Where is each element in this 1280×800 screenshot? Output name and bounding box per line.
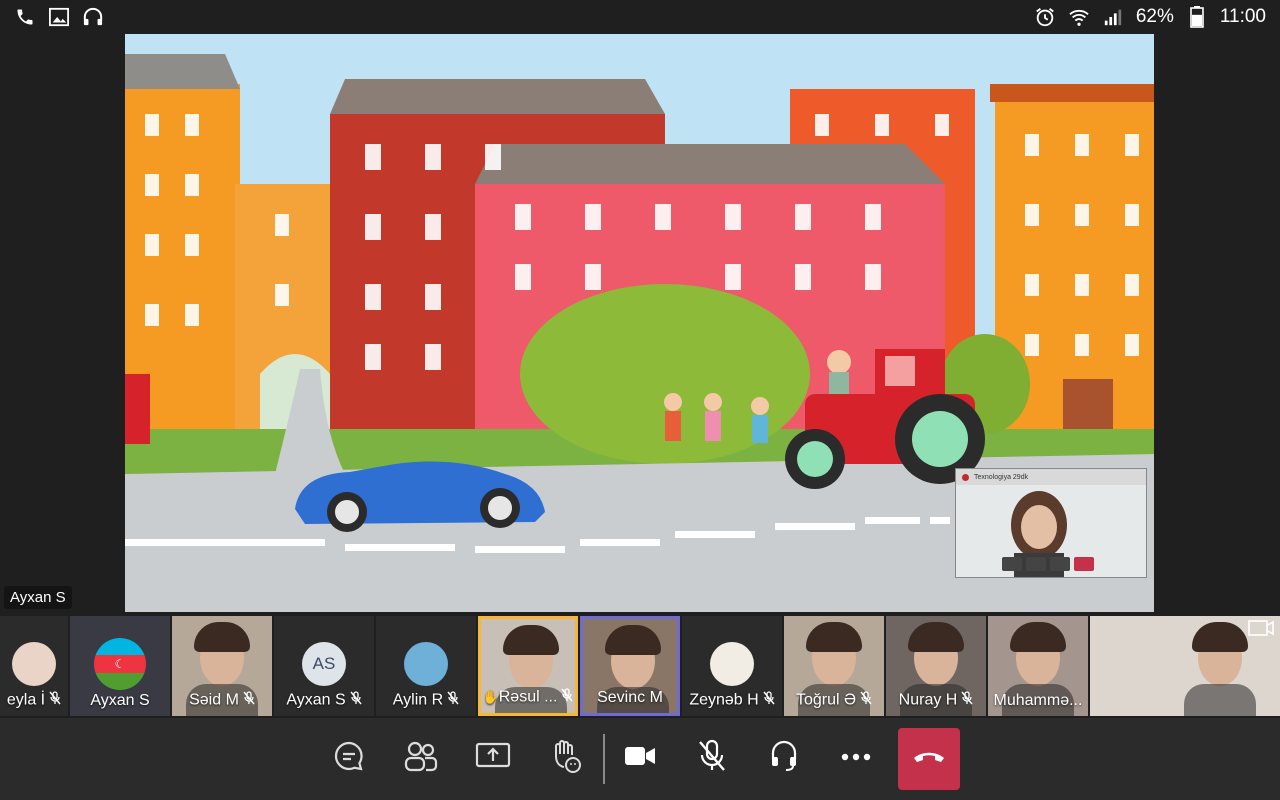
participant-name-text: Sevinc M <box>597 689 663 706</box>
pip-hangup-button[interactable] <box>1074 557 1094 571</box>
participant-tile[interactable]: Səid M <box>172 616 272 716</box>
mic-muted-icon <box>49 691 61 710</box>
mic-off-icon <box>696 738 728 779</box>
participant-avatar <box>404 642 448 686</box>
participant-name: Sevinc M <box>583 689 677 707</box>
participant-tile[interactable]: AS Ayxan S <box>274 616 374 716</box>
participant-tile[interactable]: ☾ Ayxan S <box>70 616 170 716</box>
switch-camera-icon[interactable] <box>1248 620 1274 643</box>
participant-tile[interactable]: Toğrul Ə <box>784 616 884 716</box>
participant-name: ✋Rəsul ... <box>481 688 575 707</box>
audio-device-button[interactable] <box>762 736 806 780</box>
participant-avatar <box>12 642 56 686</box>
pip-title-text: Texnologiya 29dk <box>974 473 1029 481</box>
participant-tile[interactable]: Aylin R <box>376 616 476 716</box>
participant-name: Zeynəb H <box>682 691 782 710</box>
share-screen-button[interactable] <box>471 736 515 780</box>
pip-controls <box>1002 557 1094 571</box>
mic-muted-icon <box>763 691 775 710</box>
participant-tile[interactable]: eyla İ <box>0 616 68 716</box>
pip-camera-button[interactable] <box>1002 557 1022 571</box>
controls-divider <box>603 734 605 784</box>
shared-screen-content: Texnologiya 29dk <box>125 34 1154 612</box>
active-speaker-label: Ayxan S <box>4 586 72 609</box>
hang-up-icon <box>912 749 946 770</box>
signal-icon <box>1102 6 1124 28</box>
participant-name-text: eyla İ <box>6 691 46 709</box>
camera-icon <box>623 743 657 774</box>
headphones-icon <box>82 6 104 28</box>
participant-tile[interactable] <box>1090 616 1280 716</box>
participant-strip[interactable]: eyla İ ☾ Ayxan S Səid M AS Ayxan S Aylin R ✋Rəs… <box>0 616 1280 716</box>
participants-icon <box>403 739 439 778</box>
participant-name-text: Toğrul Ə <box>795 691 857 709</box>
participant-avatar <box>710 642 754 686</box>
battery-icon <box>1186 6 1208 28</box>
participant-name: Toğrul Ə <box>784 691 884 710</box>
hang-up-button[interactable] <box>898 728 960 790</box>
participant-name-text: Aylin R <box>392 691 444 709</box>
participant-name: Ayxan S <box>274 691 374 710</box>
alarm-icon <box>1034 6 1056 28</box>
participant-name: Ayxan S <box>70 692 170 710</box>
status-bar-left <box>14 6 104 28</box>
more-icon <box>840 749 872 767</box>
wifi-icon <box>1068 6 1090 28</box>
participant-name: Muhammə... <box>988 692 1088 710</box>
participant-name-text: Səid M <box>189 691 239 709</box>
clock: 11:00 <box>1219 6 1266 27</box>
chat-button[interactable] <box>327 736 371 780</box>
participant-name: eyla İ <box>0 691 68 710</box>
microphone-button[interactable] <box>690 736 734 780</box>
call-controls-bar <box>0 718 1280 800</box>
mic-muted-icon <box>961 691 973 710</box>
initials-avatar: AS <box>302 642 346 686</box>
participant-tile[interactable]: Nuray H <box>886 616 986 716</box>
pip-share-button[interactable] <box>1050 557 1070 571</box>
participant-tile[interactable]: Zeynəb H <box>682 616 782 716</box>
participant-name-text: Nuray H <box>898 691 958 709</box>
flag-avatar: ☾ <box>94 638 146 690</box>
participants-button[interactable] <box>399 736 443 780</box>
mic-muted-icon <box>350 691 362 710</box>
mic-muted-icon <box>561 688 573 707</box>
mic-muted-icon <box>243 691 255 710</box>
pip-title: Texnologiya 29dk <box>956 469 1146 485</box>
recording-dot-icon <box>962 474 969 481</box>
participant-name-text: Ayxan S <box>286 691 346 709</box>
participant-name-text: Zeynəb H <box>689 691 759 709</box>
mic-muted-icon <box>447 691 459 710</box>
presenter-video-pip[interactable]: Texnologiya 29dk <box>955 468 1147 578</box>
more-options-button[interactable] <box>834 736 878 780</box>
audio-device-icon <box>768 739 800 778</box>
chat-icon <box>332 739 366 778</box>
share-screen-icon <box>475 741 511 776</box>
raise-hand-button[interactable] <box>543 736 587 780</box>
status-bar: 62% 11:00 <box>0 0 1280 34</box>
participant-name: Səid M <box>172 691 272 710</box>
participant-name-text: Muhammə... <box>993 692 1083 709</box>
participant-name-text: Ayxan S <box>90 692 150 709</box>
participant-tile[interactable]: Sevinc M <box>580 616 680 716</box>
raised-hand-icon: ✋ <box>482 689 499 705</box>
participant-name: Aylin R <box>376 691 476 710</box>
camera-button[interactable] <box>618 736 662 780</box>
phone-icon <box>14 6 36 28</box>
participant-tile[interactable]: ✋Rəsul ... <box>478 616 578 716</box>
status-bar-right: 62% 11:00 <box>1034 6 1266 28</box>
participant-name-text: Rəsul ... <box>498 688 558 706</box>
raise-hand-icon <box>548 738 582 779</box>
image-icon <box>48 6 70 28</box>
mic-muted-icon <box>860 691 872 710</box>
participant-tile[interactable]: Muhammə... <box>988 616 1088 716</box>
participant-name: Nuray H <box>886 691 986 710</box>
battery-percent: 62% <box>1135 6 1174 27</box>
pip-mic-button[interactable] <box>1026 557 1046 571</box>
